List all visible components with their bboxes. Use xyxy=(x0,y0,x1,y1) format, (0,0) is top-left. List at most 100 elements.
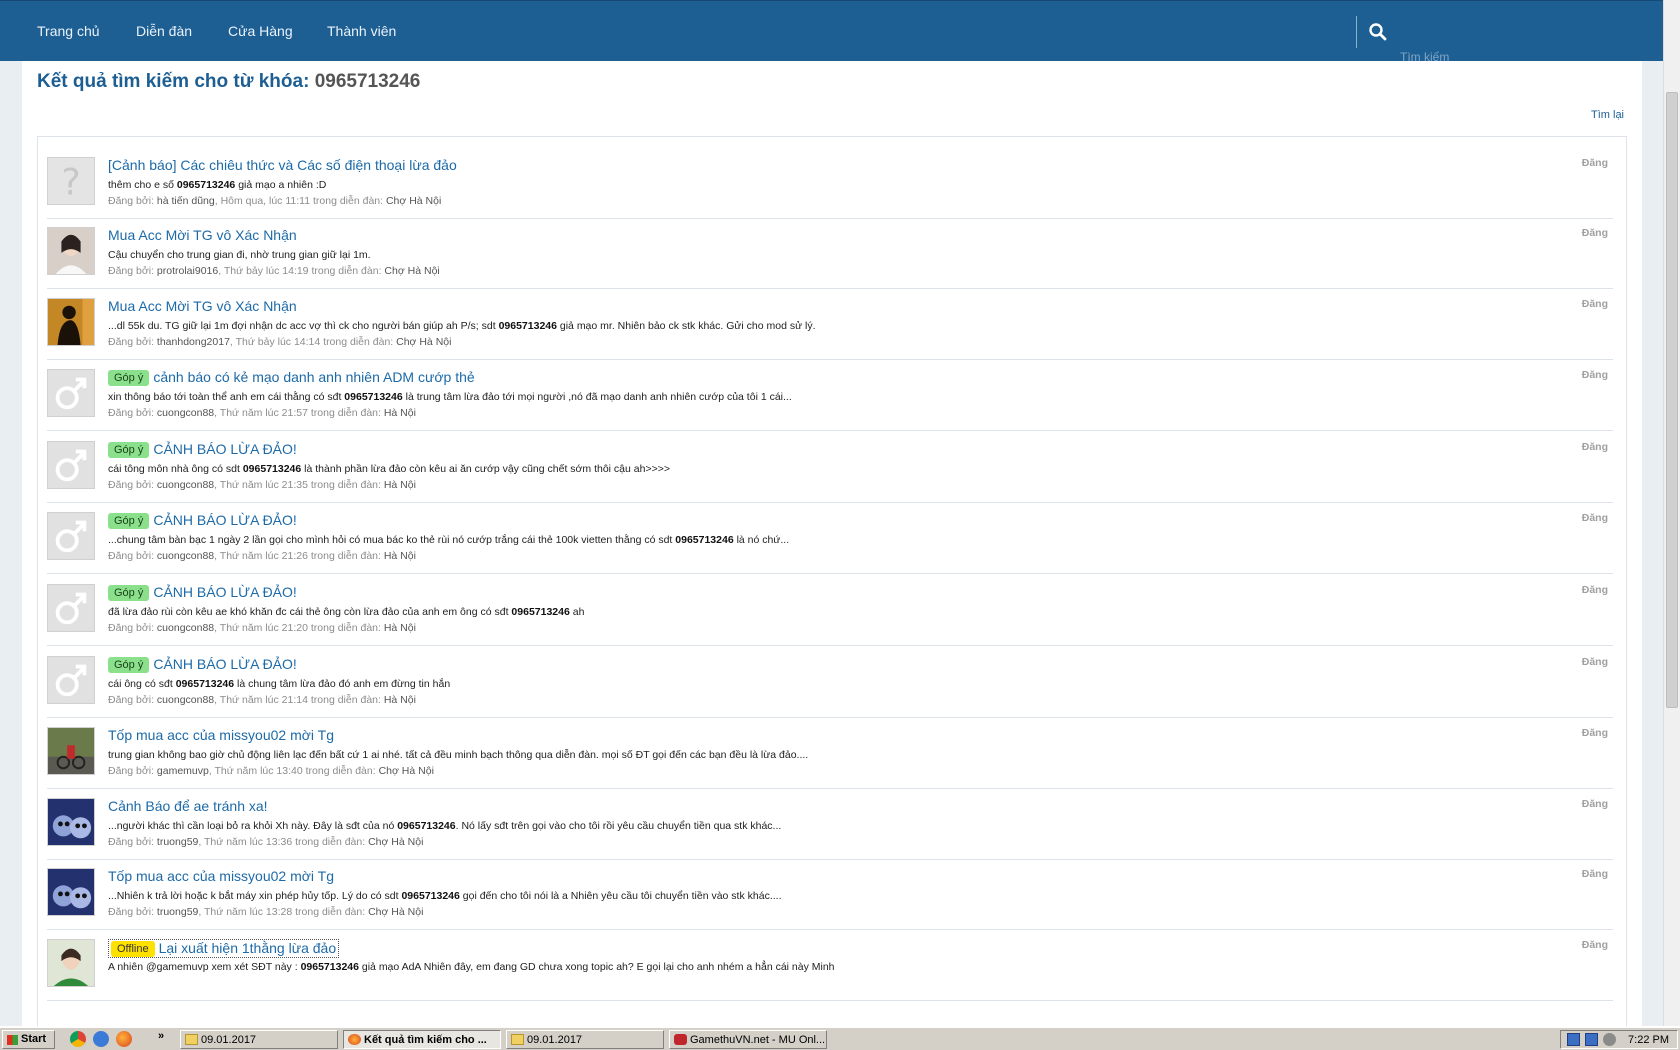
result-title-link[interactable]: Tốp mua acc của missyou02 mời Tg xyxy=(108,868,334,884)
start-button[interactable]: Start xyxy=(2,1030,55,1049)
task-folder-2[interactable]: 09.01.2017 xyxy=(506,1030,664,1049)
result-title-link[interactable]: Mua Acc Mời TG vô Xác Nhận xyxy=(108,227,297,243)
author-link[interactable]: cuongcon88 xyxy=(157,407,214,419)
result-title-link[interactable]: Cảnh Báo để ae tránh xa! xyxy=(108,798,268,814)
task-browser-active[interactable]: Kết quả tìm kiếm cho ... xyxy=(343,1030,501,1049)
author-link[interactable]: gamemuvp xyxy=(157,765,209,777)
avatar[interactable] xyxy=(47,798,95,846)
task-folder-1[interactable]: 09.01.2017 xyxy=(180,1030,338,1049)
nav-forums[interactable]: Diễn đàn xyxy=(136,23,192,39)
result-title-link[interactable]: Góp ý CẢNH BÁO LỪA ĐẢO! xyxy=(108,656,297,673)
forum-link[interactable]: Hà Nội xyxy=(384,479,416,491)
author-link[interactable]: cuongcon88 xyxy=(157,550,214,562)
result-snippet: thêm cho e số 0965713246 giả mạo a nhiên… xyxy=(108,179,326,191)
result-title-text[interactable]: Mua Acc Mời TG vô Xác Nhận xyxy=(108,227,297,243)
result-snippet: đã lừa đảo rùi còn kêu ae khó khăn đc cá… xyxy=(108,606,584,618)
result-title-link[interactable]: Mua Acc Mời TG vô Xác Nhận xyxy=(108,298,297,314)
forum-link[interactable]: Hà Nội xyxy=(384,622,416,634)
internet-explorer-icon[interactable] xyxy=(93,1031,109,1047)
forum-link[interactable]: Chợ Hà Nội xyxy=(384,265,439,277)
result-item: Offline Lại xuất hiện 1thằng lừa đảo A nhi… xyxy=(47,925,1613,1001)
avatar[interactable] xyxy=(47,727,95,775)
scrollbar-thumb[interactable] xyxy=(1666,92,1678,708)
result-title-text[interactable]: Lại xuất hiện 1thằng lừa đảo xyxy=(159,940,337,956)
forum-link[interactable]: Hà Nội xyxy=(384,694,416,706)
result-title-text[interactable]: Tốp mua acc của missyou02 mời Tg xyxy=(108,868,334,884)
nav-members[interactable]: Thành viên xyxy=(327,23,396,39)
default-avatar-icon[interactable] xyxy=(47,512,95,560)
search-icon[interactable] xyxy=(1368,22,1388,42)
result-meta: Đăng bởi: thanhdong2017, Thứ bảy lúc 14:… xyxy=(108,336,451,348)
avatar[interactable] xyxy=(47,298,95,346)
snippet-text: xin thông báo tới toàn thể anh em cái th… xyxy=(108,391,345,403)
result-title-text[interactable]: Tốp mua acc của missyou02 mời Tg xyxy=(108,727,334,743)
highlighted-keyword: 0965713246 xyxy=(675,534,734,546)
forum-link[interactable]: Chợ Hà Nội xyxy=(368,906,423,918)
snippet-text: giả mạo AdA Nhiên đây, em đang GD chưa x… xyxy=(358,961,835,973)
language-icon[interactable] xyxy=(1585,1033,1598,1046)
author-link[interactable]: cuongcon88 xyxy=(157,479,214,491)
prefix-badge: Góp ý xyxy=(108,442,150,458)
network-icon[interactable] xyxy=(1567,1033,1580,1046)
forum-link[interactable]: Hà Nội xyxy=(384,550,416,562)
forum-link[interactable]: Chợ Hà Nội xyxy=(396,336,451,348)
result-meta: Đăng bởi: cuongcon88, Thứ năm lúc 21:57 … xyxy=(108,407,416,419)
author-link[interactable]: hà tiến dũng xyxy=(157,195,215,207)
author-link[interactable]: truong59 xyxy=(157,836,198,848)
result-title-link[interactable]: Tốp mua acc của missyou02 mời Tg xyxy=(108,727,334,743)
result-title-text[interactable]: CẢNH BÁO LỪA ĐẢO! xyxy=(153,441,296,457)
result-item: Tốp mua acc của missyou02 mời Tg trung gi… xyxy=(47,713,1613,789)
task-game[interactable]: GamethuVN.net - MU Onl... xyxy=(669,1030,827,1049)
forum-link[interactable]: Chợ Hà Nội xyxy=(368,836,423,848)
default-avatar-icon[interactable] xyxy=(47,656,95,704)
forum-link[interactable]: Chợ Hà Nội xyxy=(379,765,434,777)
result-title-text[interactable]: CẢNH BÁO LỪA ĐẢO! xyxy=(153,584,296,600)
post-time: , Thứ năm lúc 21:26 trong diễn đàn: xyxy=(214,550,381,562)
nav-store[interactable]: Cửa Hàng xyxy=(228,23,293,39)
snippet-text: cái ông có sđt xyxy=(108,678,176,690)
firefox-icon[interactable] xyxy=(116,1031,132,1047)
forum-link[interactable]: Chợ Hà Nội xyxy=(386,195,441,207)
result-side-label: Đăng xyxy=(1581,798,1608,810)
result-title-link[interactable]: [Cảnh báo] Các chiêu thức và Các số điện… xyxy=(108,157,457,173)
meta-label: Đăng bởi: xyxy=(108,195,154,207)
result-title-text[interactable]: CẢNH BÁO LỪA ĐẢO! xyxy=(153,512,296,528)
volume-icon[interactable] xyxy=(1603,1033,1616,1046)
result-side-label: Đăng xyxy=(1581,939,1608,951)
meta-label: Đăng bởi: xyxy=(108,906,154,918)
chrome-icon[interactable] xyxy=(70,1031,86,1047)
result-item: Mua Acc Mời TG vô Xác Nhận Cậu chuyển cho… xyxy=(47,213,1613,289)
avatar[interactable] xyxy=(47,868,95,916)
avatar[interactable] xyxy=(47,227,95,275)
snippet-text: trung gian không bao giờ chủ động liên l… xyxy=(108,749,809,761)
author-link[interactable]: truong59 xyxy=(157,906,198,918)
refine-search-link[interactable]: Tìm lại xyxy=(1591,109,1624,121)
result-title-link[interactable]: Góp ý CẢNH BÁO LỪA ĐẢO! xyxy=(108,441,297,458)
highlighted-keyword: 0965713246 xyxy=(511,606,570,618)
result-title-link[interactable]: Offline Lại xuất hiện 1thằng lừa đảo xyxy=(108,939,340,958)
result-title-link[interactable]: Góp ý CẢNH BÁO LỪA ĐẢO! xyxy=(108,512,297,529)
result-title-text[interactable]: CẢNH BÁO LỪA ĐẢO! xyxy=(153,656,296,672)
result-title-link[interactable]: Góp ý CẢNH BÁO LỪA ĐẢO! xyxy=(108,584,297,601)
result-title-text[interactable]: Mua Acc Mời TG vô Xác Nhận xyxy=(108,298,297,314)
nav-home[interactable]: Trang chủ xyxy=(37,23,100,39)
author-link[interactable]: cuongcon88 xyxy=(157,622,214,634)
author-link[interactable]: protrolai9016 xyxy=(157,265,218,277)
default-avatar-icon[interactable] xyxy=(47,441,95,489)
forum-link[interactable]: Hà Nội xyxy=(384,407,416,419)
author-link[interactable]: cuongcon88 xyxy=(157,694,214,706)
quicklaunch-chevron[interactable]: » xyxy=(158,1030,164,1042)
default-avatar-icon[interactable] xyxy=(47,584,95,632)
result-title-text[interactable]: cảnh báo có kẻ mạo danh anh nhiên ADM cư… xyxy=(153,369,474,385)
author-link[interactable]: thanhdong2017 xyxy=(157,336,230,348)
result-title-text[interactable]: Cảnh Báo để ae tránh xa! xyxy=(108,798,268,814)
highlighted-keyword: 0965713246 xyxy=(176,179,236,191)
page-scrollbar[interactable] xyxy=(1663,0,1680,1034)
default-avatar-icon[interactable]: ? xyxy=(47,157,95,205)
result-title-text[interactable]: [Cảnh báo] Các chiêu thức và Các số điện… xyxy=(108,157,457,173)
game-icon xyxy=(674,1034,687,1045)
result-title-link[interactable]: Góp ý cảnh báo có kẻ mạo danh anh nhiên A… xyxy=(108,369,475,386)
snippet-text: ...người khác thì cần loại bỏ ra khỏi Xh… xyxy=(108,820,398,832)
avatar[interactable] xyxy=(47,939,95,987)
default-avatar-icon[interactable] xyxy=(47,369,95,417)
